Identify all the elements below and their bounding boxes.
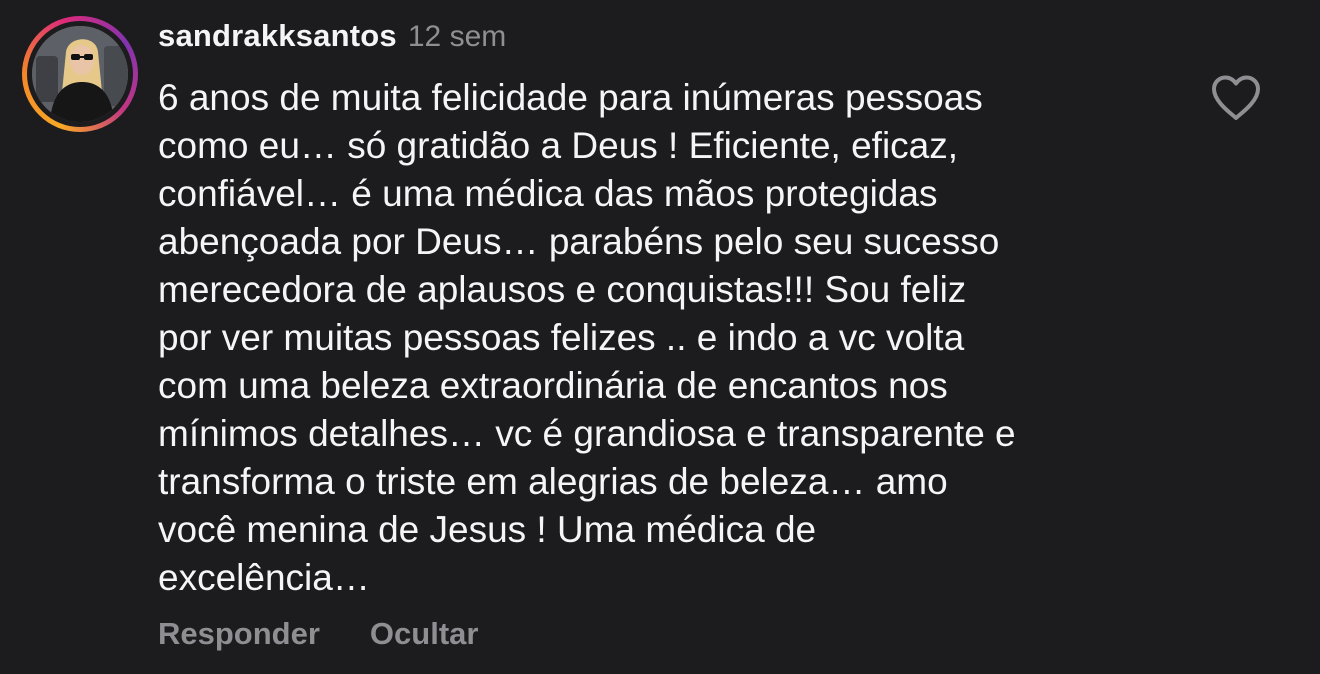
- avatar-ring-gap: [27, 21, 133, 127]
- comment-text-line: 6 anos de muita felicidade para inúmeras…: [158, 77, 983, 118]
- comment-text-line: como eu… só gratidão a Deus ! Eficiente,…: [158, 125, 959, 166]
- comment-text-line: abençoada por Deus… parabéns pelo seu su…: [158, 221, 1000, 262]
- comment-text-line: por ver muitas pessoas felizes .. e indo…: [158, 317, 965, 358]
- comment: sandrakksantos 12 sem 6 anos de muita fe…: [0, 0, 1320, 674]
- avatar-story-ring[interactable]: [22, 16, 138, 132]
- comment-text: 6 anos de muita felicidade para inúmeras…: [158, 74, 1168, 602]
- comment-text-line: transforma o triste em alegrias de belez…: [158, 461, 948, 502]
- comment-text-line: você menina de Jesus ! Uma médica de: [158, 509, 817, 550]
- username-link[interactable]: sandrakksantos: [158, 18, 397, 54]
- comment-actions: Responder Ocultar: [158, 616, 478, 652]
- hide-button[interactable]: Ocultar: [370, 616, 479, 652]
- comment-text-line: mínimos detalhes… vc é grandiosa e trans…: [158, 413, 1016, 454]
- comment-header: sandrakksantos 12 sem: [158, 18, 506, 58]
- comment-text-line: com uma beleza extraordinária de encanto…: [158, 365, 948, 406]
- like-button[interactable]: [1210, 74, 1262, 122]
- comment-text-line: excelência…: [158, 557, 370, 598]
- avatar: [32, 26, 128, 122]
- comment-timestamp: 12 sem: [407, 20, 507, 53]
- heart-outline-icon: [1212, 75, 1260, 120]
- reply-button[interactable]: Responder: [158, 616, 320, 652]
- avatar-photo: [32, 26, 128, 122]
- comment-text-line: merecedora de aplausos e conquistas!!! S…: [158, 269, 967, 310]
- comment-text-line: confiável… é uma médica das mãos protegi…: [158, 173, 938, 214]
